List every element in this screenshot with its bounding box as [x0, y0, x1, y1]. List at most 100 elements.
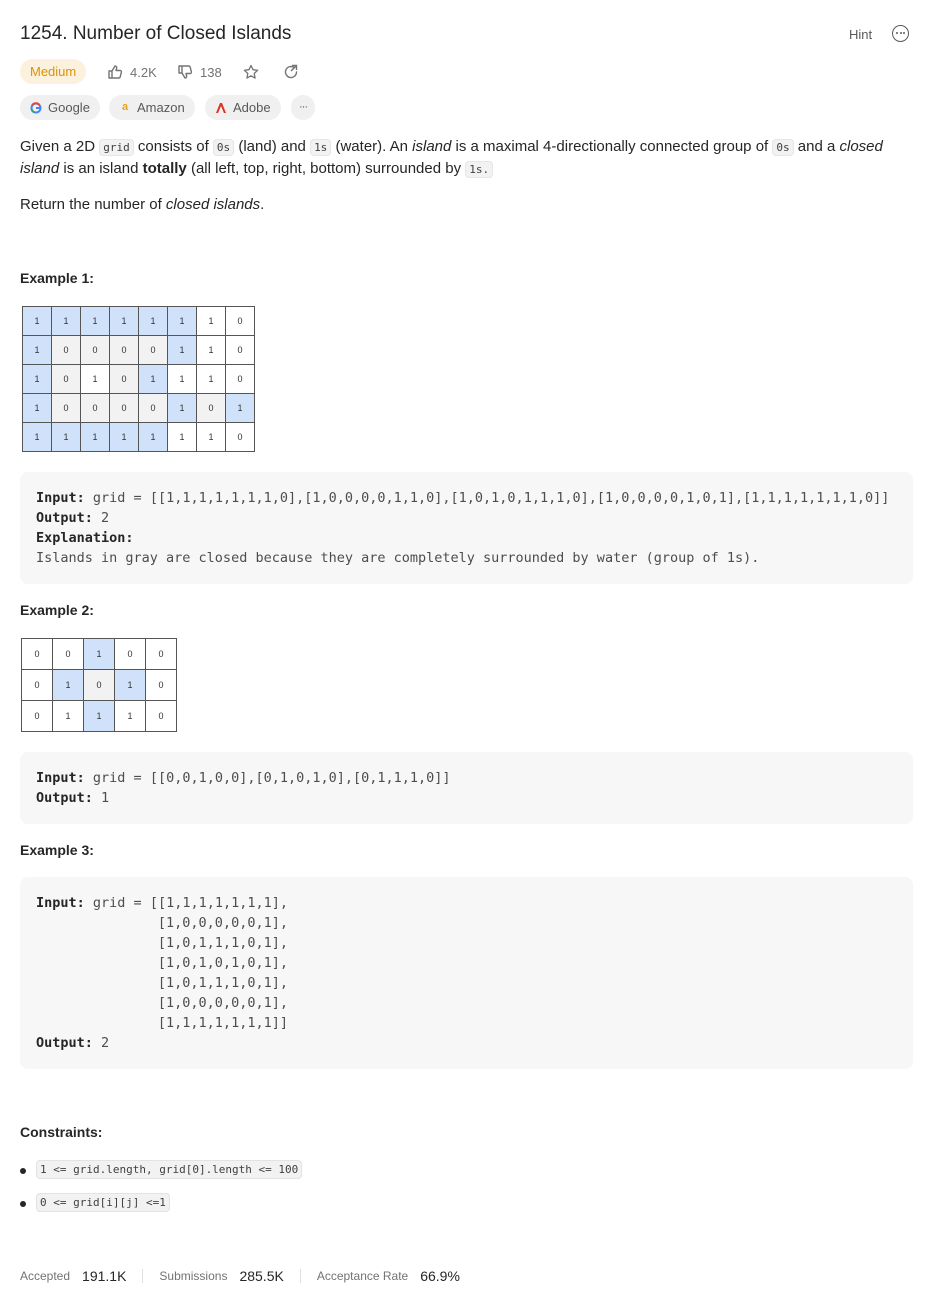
grid-cell: 1: [22, 306, 52, 336]
grid-cell: 1: [52, 669, 84, 701]
list-item: 0 <= grid[i][j] <=1: [20, 1193, 302, 1226]
problem-title: 1254. Number of Closed Islands: [20, 23, 292, 44]
grid-cell: 1: [114, 669, 146, 701]
grid-cell: 1: [196, 364, 226, 394]
refresh-share-icon: [284, 64, 298, 79]
more-options-icon[interactable]: [892, 25, 909, 42]
grid-cell: 1: [80, 364, 110, 394]
grid-cell: 1: [196, 422, 226, 452]
star-icon: [243, 64, 259, 79]
grid-cell: 0: [51, 364, 81, 394]
grid-cell: 1: [22, 422, 52, 452]
favorite-button[interactable]: [243, 62, 259, 82]
adobe-icon: [215, 102, 227, 114]
grid-cell: 1: [167, 306, 197, 336]
grid-cell: 0: [51, 335, 81, 365]
grid-cell: 0: [21, 638, 53, 670]
grid-cell: 1: [51, 306, 81, 336]
example-1-title: Example 1:: [20, 270, 94, 286]
hint-button[interactable]: Hint: [849, 27, 872, 42]
grid-cell: 1: [167, 422, 197, 452]
description-paragraph-2: Return the number of closed islands.: [20, 196, 265, 213]
company-label: Amazon: [137, 100, 185, 115]
example-1-grid-image: 1111111010000110101011101000010111111110: [22, 306, 255, 452]
grid-cell: 1: [167, 393, 197, 423]
grid-cell: 0: [145, 669, 177, 701]
grid-cell: 0: [109, 335, 139, 365]
example-3-title: Example 3:: [20, 842, 94, 858]
grid-cell: 0: [138, 335, 168, 365]
grid-cell: 1: [83, 638, 115, 670]
grid-cell: 0: [138, 393, 168, 423]
grid-cell: 1: [196, 306, 226, 336]
grid-cell: 0: [80, 393, 110, 423]
share-button[interactable]: [283, 62, 299, 82]
example-2-title: Example 2:: [20, 602, 94, 618]
example-3-code-block: Input: grid = [[1,1,1,1,1,1,1], [1,0,0,0…: [20, 877, 913, 1069]
grid-cell: 1: [80, 422, 110, 452]
grid-cell: 1: [196, 335, 226, 365]
likes-count: 4.2K: [130, 64, 157, 80]
grid-cell: 1: [138, 422, 168, 452]
example-1-code-block: Input: grid = [[1,1,1,1,1,1,1,0],[1,0,0,…: [20, 472, 913, 584]
ellipsis-icon: ···: [299, 101, 308, 113]
grid-cell: 1: [109, 306, 139, 336]
acceptance-rate-value: 66.9%: [420, 1268, 460, 1284]
submission-stats: Accepted 191.1K Submissions 285.5K Accep…: [20, 1268, 460, 1284]
dislike-button[interactable]: 138: [177, 62, 222, 82]
more-companies-button[interactable]: ···: [291, 95, 315, 120]
acceptance-rate-label: Acceptance Rate: [316, 1269, 409, 1283]
divider: [299, 1269, 301, 1283]
amazon-icon: a: [121, 101, 129, 113]
grid-cell: 0: [83, 669, 115, 701]
constraints-list: 1 <= grid.length, grid[0].length <= 100 …: [20, 1160, 303, 1226]
company-tag-adobe[interactable]: Adobe: [205, 95, 281, 120]
grid-cell: 1: [167, 335, 197, 365]
submissions-label: Submissions: [159, 1269, 228, 1283]
grid-cell: 1: [109, 422, 139, 452]
list-item: 1 <= grid.length, grid[0].length <= 100: [20, 1160, 303, 1193]
submissions-value: 285.5K: [239, 1268, 284, 1284]
accepted-value: 191.1K: [82, 1268, 127, 1284]
example-2-grid-image: 001000101001110: [21, 638, 177, 732]
grid-cell: 1: [138, 306, 168, 336]
grid-cell: 1: [22, 335, 52, 365]
company-label: Google: [48, 100, 90, 115]
grid-cell: 0: [225, 364, 255, 394]
grid-cell: 0: [225, 422, 255, 452]
divider: [142, 1269, 144, 1283]
grid-cell: 1: [138, 364, 168, 394]
grid-cell: 0: [21, 700, 53, 732]
grid-cell: 0: [21, 669, 53, 701]
grid-cell: 0: [225, 335, 255, 365]
google-icon: [30, 101, 42, 114]
difficulty-badge: Medium: [20, 59, 87, 84]
company-tag-google[interactable]: Google: [20, 95, 100, 120]
grid-cell: 0: [109, 364, 139, 394]
grid-cell: 0: [145, 700, 177, 732]
company-label: Adobe: [233, 100, 271, 115]
constraints-title: Constraints:: [20, 1124, 103, 1140]
dislikes-count: 138: [200, 64, 222, 80]
accepted-label: Accepted: [20, 1269, 71, 1283]
grid-cell: 1: [52, 700, 84, 732]
grid-cell: 0: [225, 306, 255, 336]
grid-cell: 0: [145, 638, 177, 670]
grid-cell: 1: [80, 306, 110, 336]
thumbs-up-icon: [108, 65, 123, 79]
thumbs-down-icon: [178, 65, 193, 79]
example-2-code-block: Input: grid = [[0,0,1,0,0],[0,1,0,1,0],[…: [20, 752, 913, 824]
grid-cell: 1: [225, 393, 255, 423]
grid-cell: 1: [51, 422, 81, 452]
grid-cell: 1: [167, 364, 197, 394]
grid-cell: 1: [83, 700, 115, 732]
grid-cell: 1: [114, 700, 146, 732]
company-tag-amazon[interactable]: a Amazon: [109, 95, 195, 120]
grid-cell: 0: [196, 393, 226, 423]
like-button[interactable]: 4.2K: [107, 62, 157, 82]
grid-cell: 0: [52, 638, 84, 670]
grid-cell: 0: [80, 335, 110, 365]
grid-cell: 0: [114, 638, 146, 670]
grid-cell: 1: [22, 364, 52, 394]
description-paragraph-1: Given a 2D grid consists of 0s (land) an…: [20, 138, 883, 178]
